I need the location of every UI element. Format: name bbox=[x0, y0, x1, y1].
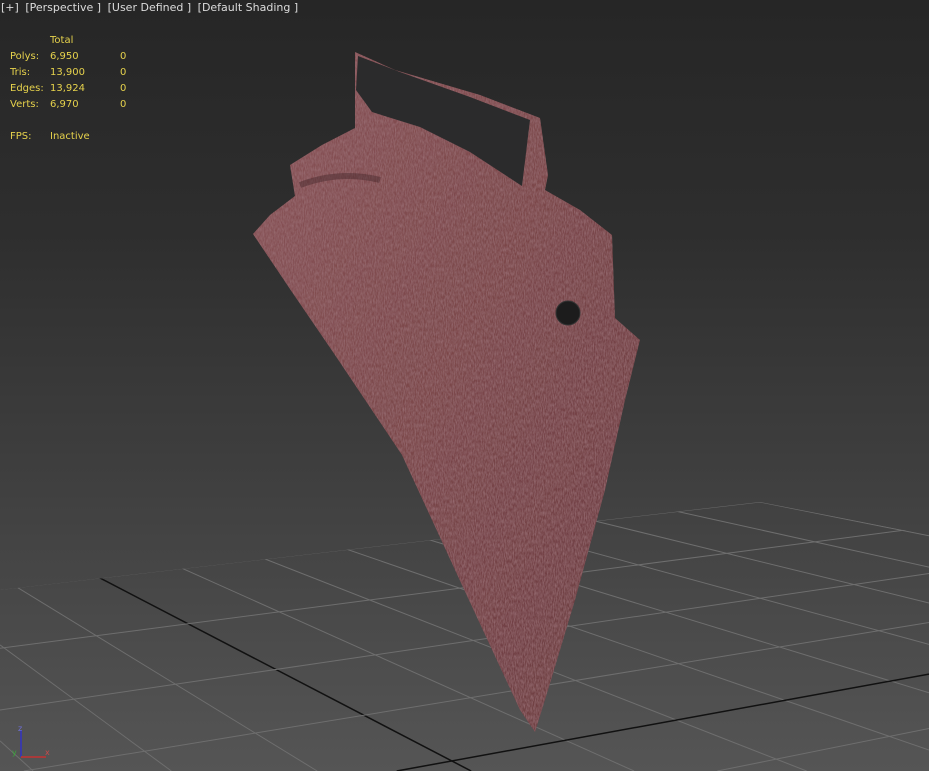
fps-label: FPS: bbox=[10, 131, 32, 142]
stats-selected: 0 bbox=[120, 99, 127, 110]
stats-total: 6,950 bbox=[50, 51, 79, 62]
grid-line bbox=[717, 727, 929, 771]
stats-total: 6,970 bbox=[50, 99, 79, 110]
stats-label: Polys: bbox=[10, 51, 40, 62]
viewport-scene[interactable] bbox=[0, 0, 929, 771]
stats-selected: 0 bbox=[120, 67, 127, 78]
axis-y-label: y bbox=[12, 748, 17, 757]
viewport-menu-button[interactable]: [+] bbox=[1, 1, 19, 14]
stats-row-fps: FPS: Inactive bbox=[10, 129, 126, 145]
fps-value: Inactive bbox=[50, 131, 90, 142]
stats-row-verts: Verts: 6,970 0 bbox=[10, 97, 126, 113]
grid-line bbox=[0, 572, 929, 711]
stats-selected: 0 bbox=[120, 83, 127, 94]
stats-label: Edges: bbox=[10, 83, 44, 94]
stats-overlay: Total Polys: 6,950 0 Tris: 13,900 0 Edges: 13… bbox=[10, 33, 126, 145]
stats-row-polys: Polys: 6,950 0 bbox=[10, 49, 126, 65]
stats-label: Verts: bbox=[10, 99, 39, 110]
stats-header: Total bbox=[50, 35, 74, 46]
axis-tripod-icon: z y x bbox=[12, 724, 50, 758]
grid-line bbox=[23, 621, 929, 771]
scarf-button bbox=[555, 300, 581, 326]
stats-label: Tris: bbox=[10, 67, 31, 78]
view-style-menu[interactable]: [User Defined ] bbox=[108, 1, 192, 14]
stats-total: 13,900 bbox=[50, 67, 85, 78]
axis-z-label: z bbox=[18, 724, 22, 733]
axis-x-label: x bbox=[45, 748, 50, 757]
shading-menu[interactable]: [Default Shading ] bbox=[198, 1, 298, 14]
stats-row-edges: Edges: 13,924 0 bbox=[10, 81, 126, 97]
viewport-label-bar: [+] [Perspective ] [User Defined ] [Defa… bbox=[1, 1, 301, 14]
grid-line bbox=[0, 502, 807, 771]
stats-row-tris: Tris: 13,900 0 bbox=[10, 65, 126, 81]
stats-selected: 0 bbox=[120, 51, 127, 62]
stats-total: 13,924 bbox=[50, 83, 85, 94]
view-type-menu[interactable]: [Perspective ] bbox=[25, 1, 101, 14]
